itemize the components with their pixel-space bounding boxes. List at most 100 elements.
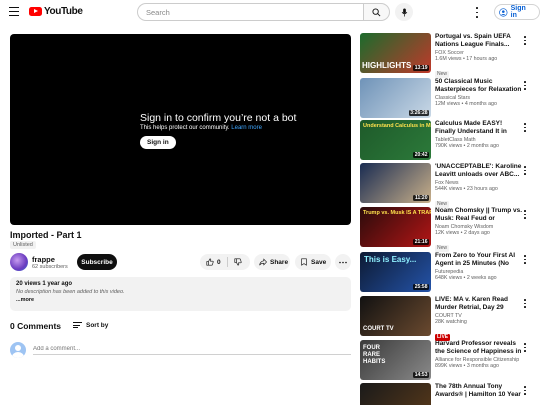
video-thumbnail[interactable]: FOUR RARE HABITS 14:53 <box>360 340 431 380</box>
recommended-video[interactable]: COURT TV LIVE: MA v. Karen Read Murder Re… <box>360 296 536 341</box>
video-menu-icon[interactable] <box>523 255 527 264</box>
recommended-video-info: Harvard Professor reveals the Science of… <box>435 340 523 369</box>
recommended-video-title[interactable]: From Zero to Your First AI Agent in 25 M… <box>435 252 523 268</box>
recommended-video-stats: 1.6M views • 17 hours ago <box>435 56 498 62</box>
video-menu-icon[interactable] <box>523 343 527 352</box>
sort-icon <box>73 322 82 330</box>
search-button[interactable] <box>363 3 390 21</box>
video-duration: 13:19 <box>413 65 429 71</box>
recommended-video[interactable]: FOUR RARE HABITS 14:53 Harvard Professor r… <box>360 340 536 382</box>
video-thumbnail[interactable]: Understand Calculus in Minutes 20:42 <box>360 120 431 160</box>
recommended-video-info: The 78th Annual Tony Awards® | Hamilton … <box>435 383 523 399</box>
search-input[interactable] <box>137 3 363 21</box>
like-button[interactable]: 0 <box>200 254 227 270</box>
like-count: 0 <box>217 258 221 266</box>
learn-more-link[interactable]: Learn more <box>231 125 262 131</box>
video-thumbnail[interactable]: This is Easy... 25:58 <box>360 252 431 292</box>
recommended-video-info: 50 Classical Music Masterpieces for Rela… <box>435 78 523 107</box>
bot-check-message: Sign in to confirm you’re not a bot This… <box>140 112 296 149</box>
description-box[interactable]: 20 views 1 year ago No description has b… <box>10 277 351 311</box>
recommended-video-title[interactable]: Noam Chomsky || Trump vs. Musk: Real Feu… <box>435 207 523 223</box>
thumbnail-caption: Understand Calculus in Minutes <box>363 123 431 129</box>
video-menu-icon[interactable] <box>523 166 527 175</box>
recommended-video[interactable]: Understand Calculus in Minutes 20:42 Calcu… <box>360 120 536 162</box>
new-badge: New <box>435 70 450 78</box>
save-button[interactable]: Save <box>295 254 331 270</box>
recommended-video[interactable]: 11:20 'UNACCEPTABLE': Karoline Leavitt un… <box>360 163 536 208</box>
video-menu-icon[interactable] <box>523 386 527 395</box>
video-duration: 21:16 <box>413 239 429 245</box>
search-bar <box>137 3 390 21</box>
search-icon <box>372 7 381 16</box>
video-menu-icon[interactable] <box>523 210 527 219</box>
bot-check-title: Sign in to confirm you’re not a bot <box>140 112 297 124</box>
like-dislike-bar: 0 <box>200 254 250 270</box>
video-thumbnail[interactable]: 11:20 <box>360 163 431 203</box>
subscribe-button[interactable]: Subscribe <box>77 254 117 270</box>
recommended-video[interactable]: The 78th Annual Tony Awards® | Hamilton … <box>360 383 536 405</box>
video-thumbnail[interactable]: COURT TV <box>360 296 431 336</box>
video-player[interactable]: Sign in to confirm you’re not a bot This… <box>10 34 351 225</box>
settings-more-icon[interactable] <box>474 7 480 18</box>
video-thumbnail[interactable]: Trump vs. Musk IS A TRAP 21:16 <box>360 207 431 247</box>
recommended-video-info: 'UNACCEPTABLE': Karoline Leavitt unloads… <box>435 163 523 210</box>
recommended-video[interactable]: Trump vs. Musk IS A TRAP 21:16 Noam Chomsk… <box>360 207 536 252</box>
recommended-video-title[interactable]: 50 Classical Music Masterpieces for Rela… <box>435 78 523 94</box>
video-menu-icon[interactable] <box>523 81 527 90</box>
description-more-link[interactable]: ...more <box>16 297 345 303</box>
recommended-video-title[interactable]: Calculus Made EASY! Finally Understand I… <box>435 120 523 136</box>
player-sign-in-button[interactable]: Sign in <box>140 136 176 149</box>
bot-check-subtitle-text: This helps protect our community. <box>140 125 230 131</box>
recommended-video-info: LIVE: MA v. Karen Read Murder Retrial, D… <box>435 296 523 343</box>
thumbnail-caption: HIGHLIGHTS <box>362 61 412 70</box>
share-icon <box>259 258 267 266</box>
youtube-play-icon <box>29 7 42 16</box>
share-button[interactable]: Share <box>254 254 290 270</box>
sort-comments-button[interactable]: Sort by <box>73 322 108 330</box>
thumbs-down-icon <box>234 258 242 266</box>
more-horizontal-icon <box>339 261 347 263</box>
recommended-video[interactable]: 3:26:28 50 Classical Music Masterpieces f… <box>360 78 536 120</box>
recommended-video-stats: 544K views • 23 hours ago <box>435 186 498 192</box>
recommended-video-title[interactable]: 'UNACCEPTABLE': Karoline Leavitt unloads… <box>435 163 523 179</box>
more-actions-button[interactable] <box>335 254 351 270</box>
thumbnail-caption: FOUR RARE HABITS <box>363 345 386 365</box>
sign-in-button[interactable]: Sign in <box>494 4 540 20</box>
unlisted-badge: Unlisted <box>10 241 36 249</box>
hamburger-menu-icon[interactable] <box>9 7 19 17</box>
recommended-video-info: Noam Chomsky || Trump vs. Musk: Real Feu… <box>435 207 523 254</box>
share-label: Share <box>270 258 289 266</box>
top-bar: YouTube Sign in <box>0 0 540 25</box>
video-menu-icon[interactable] <box>523 123 527 132</box>
recommended-video[interactable]: This is Easy... 25:58 From Zero to Your Fi… <box>360 252 536 294</box>
recommended-video[interactable]: HIGHLIGHTS 13:19 Portugal vs. Spain UEFA N… <box>360 33 536 78</box>
recommended-video-stats: 790K views • 2 months ago <box>435 143 499 149</box>
sort-label: Sort by <box>86 322 109 330</box>
youtube-logo[interactable]: YouTube <box>29 6 83 17</box>
video-duration: 14:53 <box>413 372 429 378</box>
recommended-video-info: Portugal vs. Spain UEFA Nations League F… <box>435 33 523 80</box>
save-label: Save <box>311 258 327 266</box>
subscriber-count: 62 subscribers <box>32 264 68 270</box>
channel-name[interactable]: frappe <box>32 255 55 264</box>
channel-avatar[interactable] <box>10 253 28 271</box>
recommended-video-title[interactable]: Harvard Professor reveals the Science of… <box>435 340 523 356</box>
new-badge: New <box>435 244 450 252</box>
recommended-video-title[interactable]: The 78th Annual Tony Awards® | Hamilton … <box>435 383 523 399</box>
video-thumbnail[interactable]: HIGHLIGHTS 13:19 <box>360 33 431 73</box>
dislike-button[interactable] <box>228 254 248 270</box>
recommended-video-title[interactable]: Portugal vs. Spain UEFA Nations League F… <box>435 33 523 49</box>
video-menu-icon[interactable] <box>523 36 527 45</box>
recommended-video-info: Calculus Made EASY! Finally Understand I… <box>435 120 523 149</box>
video-menu-icon[interactable] <box>523 299 527 308</box>
voice-search-button[interactable] <box>395 3 413 21</box>
comments-count: 0 Comments <box>10 321 62 331</box>
video-thumbnail[interactable] <box>360 383 431 405</box>
comment-input[interactable] <box>33 343 351 355</box>
video-thumbnail[interactable]: 3:26:28 <box>360 78 431 118</box>
recommended-video-title[interactable]: LIVE: MA v. Karen Read Murder Retrial, D… <box>435 296 523 312</box>
save-playlist-icon <box>301 258 307 266</box>
sign-in-label: Sign in <box>510 5 526 19</box>
video-duration: 25:58 <box>413 284 429 290</box>
video-duration: 3:26:28 <box>408 110 429 116</box>
